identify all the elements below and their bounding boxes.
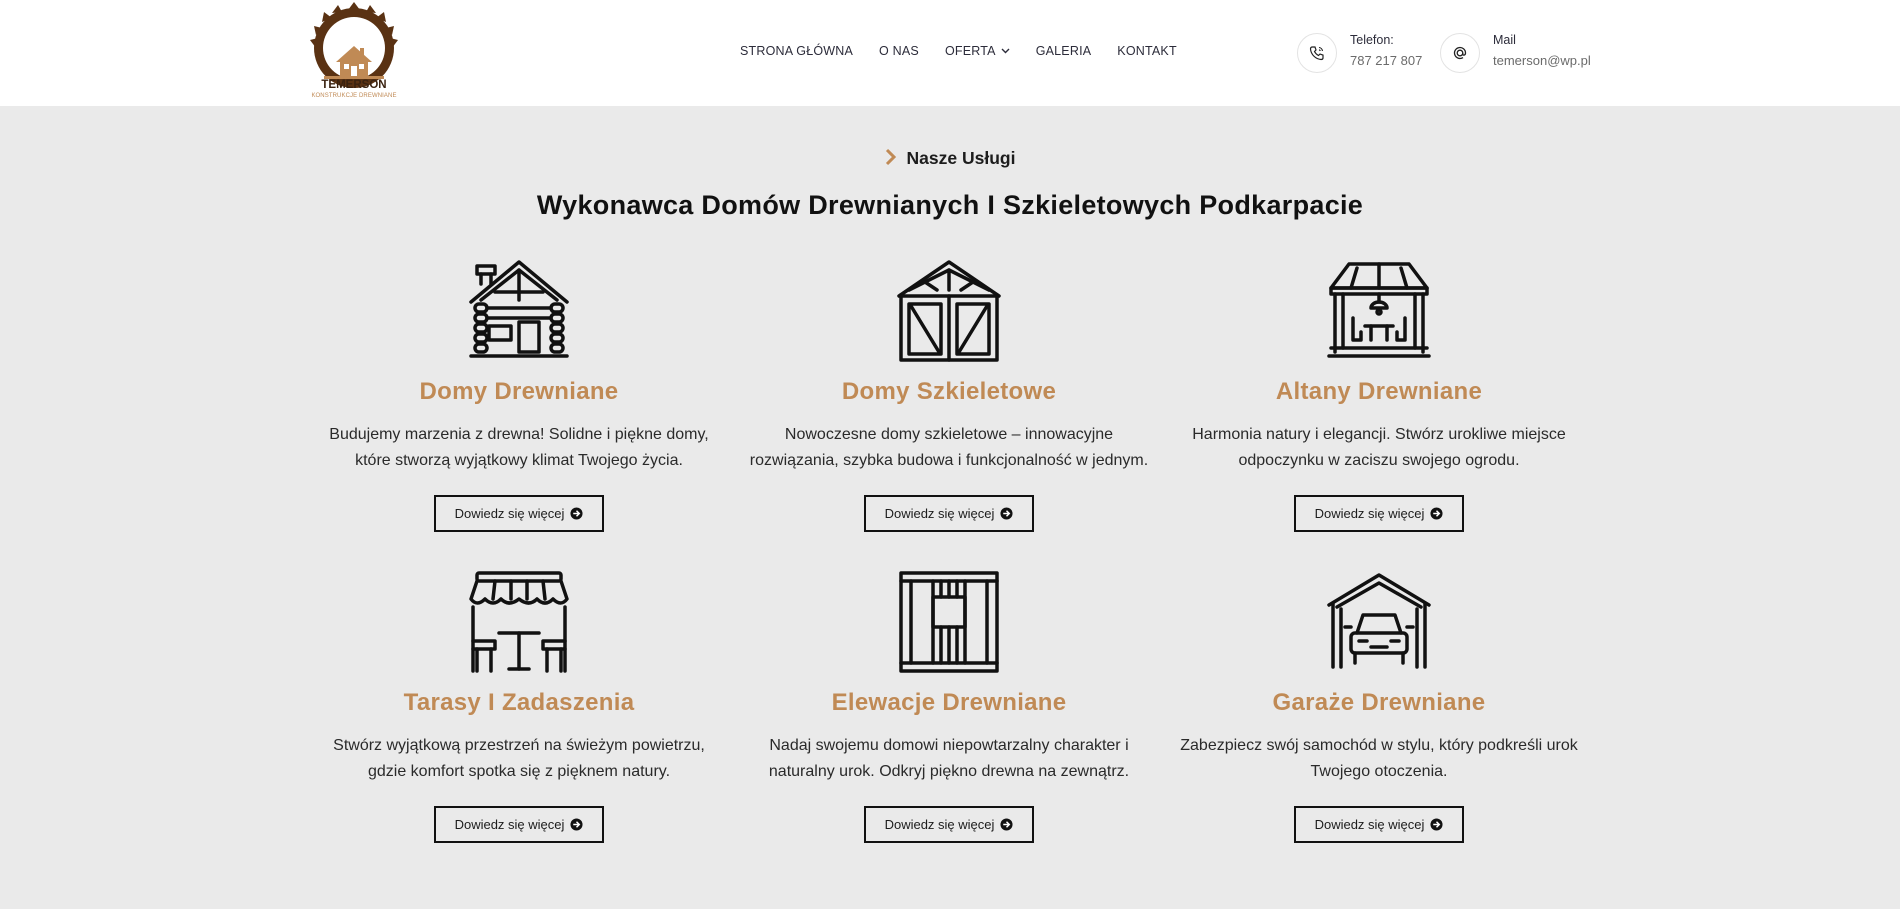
service-card: Domy Szkieletowe Nowoczesne domy szkiele… — [739, 260, 1159, 532]
log-house-icon — [469, 260, 569, 358]
arrow-circle-right-icon — [570, 818, 583, 831]
learn-more-button[interactable]: Dowiedz się więcej — [1294, 806, 1464, 843]
nav-item-contact[interactable]: KONTAKT — [1117, 44, 1177, 58]
desc-line: Zabezpiecz swój samochód w stylu, który … — [1180, 737, 1578, 754]
chevron-down-icon — [1001, 48, 1010, 54]
section-eyebrow: Nasze Usługi — [0, 148, 1900, 169]
button-label: Dowiedz się więcej — [1314, 506, 1425, 521]
service-title: Domy Drewniane — [419, 378, 619, 405]
logo[interactable]: TEMERSON KONSTRUKCJE DREWNIANE — [306, 2, 402, 104]
garage-icon — [1327, 573, 1431, 669]
service-title: Tarasy I Zadaszenia — [403, 689, 635, 716]
arrow-circle-right-icon — [1000, 818, 1013, 831]
main-nav: STRONA GŁÓWNA O NAS OFERTA GALERIA KONTA… — [740, 44, 1203, 58]
service-card: Domy Drewniane Budujemy marzenia z drewn… — [309, 260, 729, 532]
service-card: Garaże Drewniane Zabezpiecz swój samochó… — [1169, 571, 1589, 843]
frame-house-icon — [897, 260, 1001, 362]
desc-line: Twojego otoczenia. — [1310, 763, 1448, 780]
button-label: Dowiedz się więcej — [454, 817, 565, 832]
arrow-circle-right-icon — [570, 507, 583, 520]
nav-item-offer[interactable]: OFERTA — [945, 44, 1010, 58]
section-heading: Wykonawca Domów Drewnianych I Szkieletow… — [536, 190, 1364, 220]
mail-contact[interactable]: Mail temerson@wp.pl — [1440, 30, 1591, 73]
button-label: Dowiedz się więcej — [884, 817, 995, 832]
arrow-circle-right-icon — [1430, 507, 1443, 520]
service-description: Budujemy marzenia z drewna! Solidne i pi… — [309, 422, 729, 474]
phone-icon — [1297, 33, 1337, 73]
service-card: Tarasy I Zadaszenia Stwórz wyjątkową prz… — [309, 571, 729, 843]
learn-more-button[interactable]: Dowiedz się więcej — [434, 806, 604, 843]
desc-line: naturalny urok. Odkryj piękno drewna na … — [768, 763, 1130, 780]
nav-label: O NAS — [879, 44, 919, 58]
service-description: Zabezpiecz swój samochód w stylu, który … — [1169, 733, 1589, 785]
service-title: Garaże Drewniane — [1272, 689, 1486, 716]
nav-item-home[interactable]: STRONA GŁÓWNA — [740, 44, 853, 58]
button-label: Dowiedz się więcej — [454, 506, 565, 521]
desc-line: gdzie komfort spotka się z pięknem natur… — [367, 763, 671, 780]
nav-label: OFERTA — [944, 44, 996, 58]
service-title: Domy Szkieletowe — [841, 378, 1057, 405]
service-title: Elewacje Drewniane — [831, 689, 1067, 716]
learn-more-button[interactable]: Dowiedz się więcej — [864, 806, 1034, 843]
phone-value[interactable]: 787 217 807 — [1350, 50, 1422, 72]
mail-label: Mail — [1493, 33, 1516, 47]
mail-value[interactable]: temerson@wp.pl — [1493, 50, 1591, 72]
button-label: Dowiedz się więcej — [884, 506, 995, 521]
service-title: Altany Drewniane — [1275, 378, 1483, 405]
desc-line: Harmonia natury i elegancji. Stwórz urok… — [1192, 426, 1566, 443]
arrow-circle-right-icon — [1430, 818, 1443, 831]
service-description: Nowoczesne domy szkieletowe – innowacyjn… — [739, 422, 1159, 474]
phone-label: Telefon: — [1350, 33, 1394, 47]
chevron-right-icon — [885, 148, 896, 166]
desc-line: Stwórz wyjątkową przestrzeń na świeżym p… — [333, 737, 705, 754]
learn-more-button[interactable]: Dowiedz się więcej — [1294, 495, 1464, 532]
nav-item-about[interactable]: O NAS — [879, 44, 919, 58]
eyebrow-text: Nasze Usługi — [906, 148, 1016, 168]
learn-more-button[interactable]: Dowiedz się więcej — [434, 495, 604, 532]
gazebo-icon — [1327, 262, 1431, 358]
button-label: Dowiedz się więcej — [1314, 817, 1425, 832]
terrace-icon — [469, 571, 569, 673]
arrow-circle-right-icon — [1000, 507, 1013, 520]
logo-subtext: KONSTRUKCJE DREWNIANE — [311, 93, 397, 99]
service-description: Harmonia natury i elegancji. Stwórz urok… — [1169, 422, 1589, 474]
desc-line: rozwiązania, szybka budowa i funkcjonaln… — [749, 452, 1149, 469]
service-card: Elewacje Drewniane Nadaj swojemu domowi … — [739, 571, 1159, 843]
desc-line: Nowoczesne domy szkieletowe – innowacyjn… — [784, 426, 1114, 443]
nav-label: KONTAKT — [1117, 44, 1177, 58]
site-header: TEMERSON KONSTRUKCJE DREWNIANE STRONA GŁ… — [0, 0, 1900, 106]
logo-text: TEMERSON — [321, 79, 387, 91]
desc-line: które stworzą wyjątkowy klimat Twojego ż… — [355, 452, 683, 469]
desc-line: Budujemy marzenia z drewna! Solidne i pi… — [329, 426, 709, 443]
nav-label: STRONA GŁÓWNA — [740, 44, 854, 58]
desc-line: Nadaj swojemu domowi niepowtarzalny char… — [769, 737, 1129, 754]
desc-line: odpoczynku w zaciszu swojego ogrodu. — [1238, 452, 1520, 469]
at-icon — [1440, 33, 1480, 73]
learn-more-button[interactable]: Dowiedz się więcej — [864, 495, 1034, 532]
service-card: Altany Drewniane Harmonia natury i elega… — [1169, 260, 1589, 532]
service-description: Nadaj swojemu domowi niepowtarzalny char… — [739, 733, 1159, 785]
phone-contact[interactable]: Telefon: 787 217 807 — [1297, 30, 1422, 73]
nav-item-gallery[interactable]: GALERIA — [1036, 44, 1092, 58]
nav-label: GALERIA — [1035, 44, 1092, 58]
service-description: Stwórz wyjątkową przestrzeń na świeżym p… — [309, 733, 729, 785]
wood-facade-icon — [899, 571, 999, 673]
